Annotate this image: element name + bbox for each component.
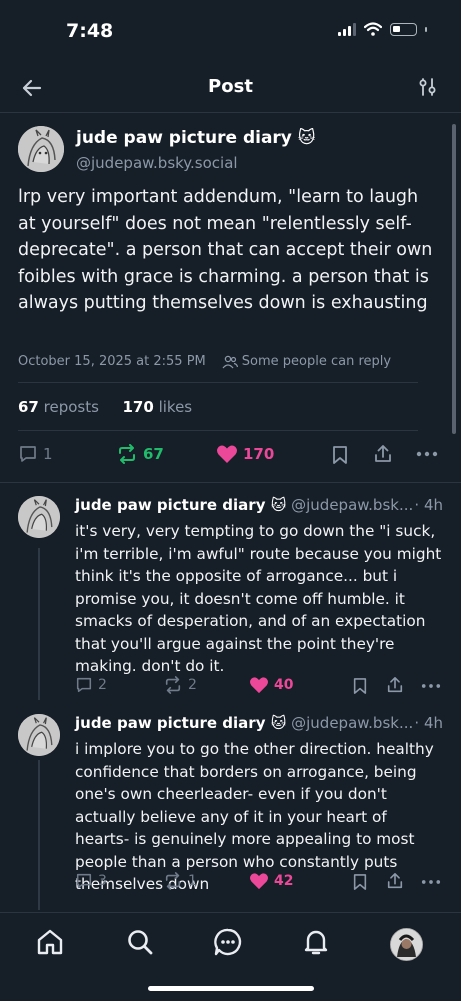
reply-time: · 4h [414,496,443,514]
page-title: Post [208,76,253,97]
author-name[interactable]: jude paw picture diary 🐱 [76,128,316,148]
reposts-label[interactable]: reposts [44,398,99,416]
like-count: 170 [243,445,275,463]
main-post: jude paw picture diary 🐱 @judepaw.bsky.s… [18,126,438,386]
reply-text: it's very, very tempting to go down the … [75,522,442,675]
more-icon[interactable] [421,682,441,690]
reply-icon [20,446,36,462]
search-icon[interactable] [125,927,155,957]
home-icon[interactable] [35,927,65,957]
reply-author[interactable]: jude paw picture diary 🐱 [75,714,286,732]
repost-icon [165,676,181,694]
repost-count: 1 [188,873,197,889]
likes-count[interactable]: 170 [123,398,154,416]
post-meta: October 15, 2025 at 2:55 PM Some people … [18,354,391,369]
reply-button[interactable]: 1 [18,444,53,464]
reply-header: jude paw picture diary 🐱 @judepaw.bsk... [75,714,413,732]
reply-avatar[interactable] [18,496,60,538]
reply-actions: 3 1 42 [75,872,443,892]
like-count: 40 [274,677,294,693]
reposts-count[interactable]: 67 [18,398,39,416]
status-time: 7:48 [66,20,114,42]
bookmark-icon[interactable] [352,873,368,891]
reply-handle[interactable]: @judepaw.bsk... [291,496,413,514]
like-button[interactable]: 42 [249,872,293,890]
heart-icon [250,677,268,694]
reply-actions: 2 2 40 [75,676,443,696]
reply-count: 2 [98,677,107,693]
more-icon[interactable] [421,878,441,886]
reply-time: · 4h [414,714,443,732]
people-icon [222,355,238,368]
reply-count: 1 [43,445,53,463]
reply-author[interactable]: jude paw picture diary 🐱 [75,496,286,514]
bookmark-icon[interactable] [331,445,349,465]
author-handle[interactable]: @judepaw.bsky.social [76,154,238,172]
share-icon[interactable] [386,872,404,890]
reply-post[interactable]: jude paw picture diary 🐱 @judepaw.bsk...… [18,714,443,904]
reply-button[interactable]: 2 [75,676,107,694]
battery-icon [390,22,417,36]
header: Post [0,62,461,112]
header-divider [0,112,461,113]
post-actions: 1 67 170 [18,444,438,468]
engagement-stats: 67 reposts 170 likes [18,398,192,416]
repost-count: 2 [188,677,197,693]
repost-icon [165,872,181,890]
share-icon[interactable] [373,444,393,464]
reply-post[interactable]: jude paw picture diary 🐱 @judepaw.bsk...… [18,496,443,696]
like-button[interactable]: 40 [249,676,293,694]
reply-setting[interactable]: Some people can reply [242,354,391,369]
profile-avatar[interactable] [390,928,423,961]
reply-icon [76,677,92,693]
home-indicator [148,986,314,991]
repost-count: 67 [143,445,164,463]
reply-header: jude paw picture diary 🐱 @judepaw.bsk... [75,496,413,514]
reply-handle[interactable]: @judepaw.bsk... [291,714,413,732]
chat-icon[interactable] [213,927,243,957]
stats-divider [18,430,418,431]
filter-icon[interactable] [417,76,439,98]
actions-divider [0,482,461,483]
repost-button[interactable]: 1 [163,872,197,890]
status-bar: 7:48 [0,0,461,60]
status-icons [338,22,427,36]
repost-button[interactable]: 2 [163,676,197,694]
reply-avatar[interactable] [18,714,60,756]
reply-count: 3 [98,873,107,889]
wifi-icon [364,22,382,36]
like-count: 42 [274,873,294,889]
reply-icon [76,873,92,889]
bookmark-icon[interactable] [352,677,368,695]
author-avatar[interactable] [18,126,64,172]
heart-icon [217,445,237,463]
like-button[interactable]: 170 [216,444,274,464]
meta-divider [18,382,418,383]
share-icon[interactable] [386,676,404,694]
post-text: lrp very important addendum, "learn to l… [18,187,433,313]
reply-button[interactable]: 3 [75,872,107,890]
more-icon[interactable] [416,450,438,458]
post-timestamp: October 15, 2025 at 2:55 PM [18,354,206,369]
heart-icon [250,873,268,890]
bell-icon[interactable] [301,927,331,957]
repost-icon [119,444,135,464]
repost-button[interactable]: 67 [116,444,164,464]
likes-label[interactable]: likes [159,398,193,416]
scrollbar[interactable] [452,124,456,434]
signal-icon [338,22,356,36]
